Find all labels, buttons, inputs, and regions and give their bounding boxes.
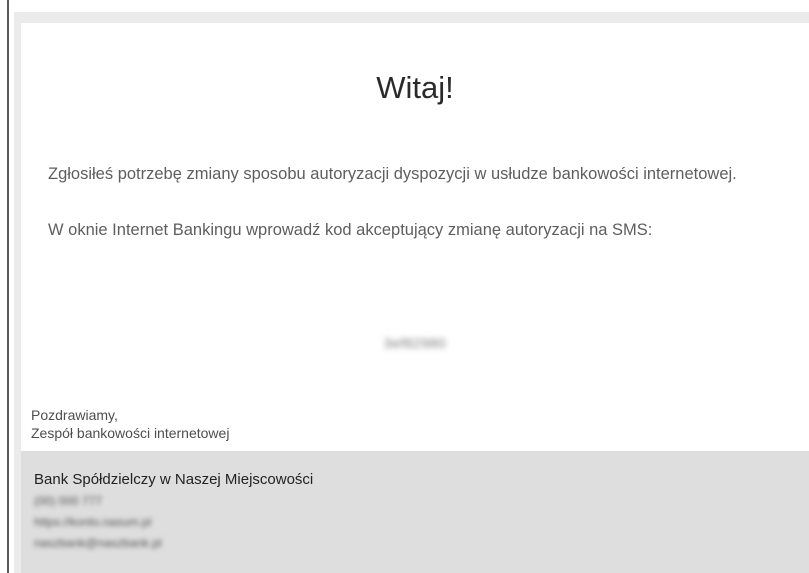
email-footer: Bank Spółdzielczy w Naszej Miejscowości … xyxy=(21,451,809,573)
email-paragraph-code-instruction: W oknie Internet Bankingu wprowadź kod a… xyxy=(48,221,653,239)
email-paragraph-auth-change: Zgłosiłeś potrzebę zmiany sposobu autory… xyxy=(48,165,737,183)
email-frame: Witaj! Zgłosiłeś potrzebę zmiany sposobu… xyxy=(14,12,809,573)
footer-bank-name: Bank Spółdzielczy w Naszej Miejscowości xyxy=(34,471,314,488)
signoff-greeting: Pozdrawiamy, xyxy=(31,407,118,423)
footer-phone-blurred: (00) 000 777 xyxy=(34,494,103,508)
footer-url-blurred[interactable]: https://konto.nasum.pl xyxy=(34,515,151,529)
email-body: Witaj! Zgłosiłeś potrzebę zmiany sposobu… xyxy=(21,23,809,451)
auth-code-blurred: 3ef82980 xyxy=(383,335,447,351)
signoff-team: Zespół bankowości internetowej xyxy=(31,425,230,441)
email-greeting: Witaj! xyxy=(376,70,454,105)
window-left-border xyxy=(7,0,9,573)
footer-email-blurred[interactable]: naszbank@naszbank.pl xyxy=(34,536,162,550)
email-signoff: Pozdrawiamy, Zespół bankowości interneto… xyxy=(31,406,229,442)
